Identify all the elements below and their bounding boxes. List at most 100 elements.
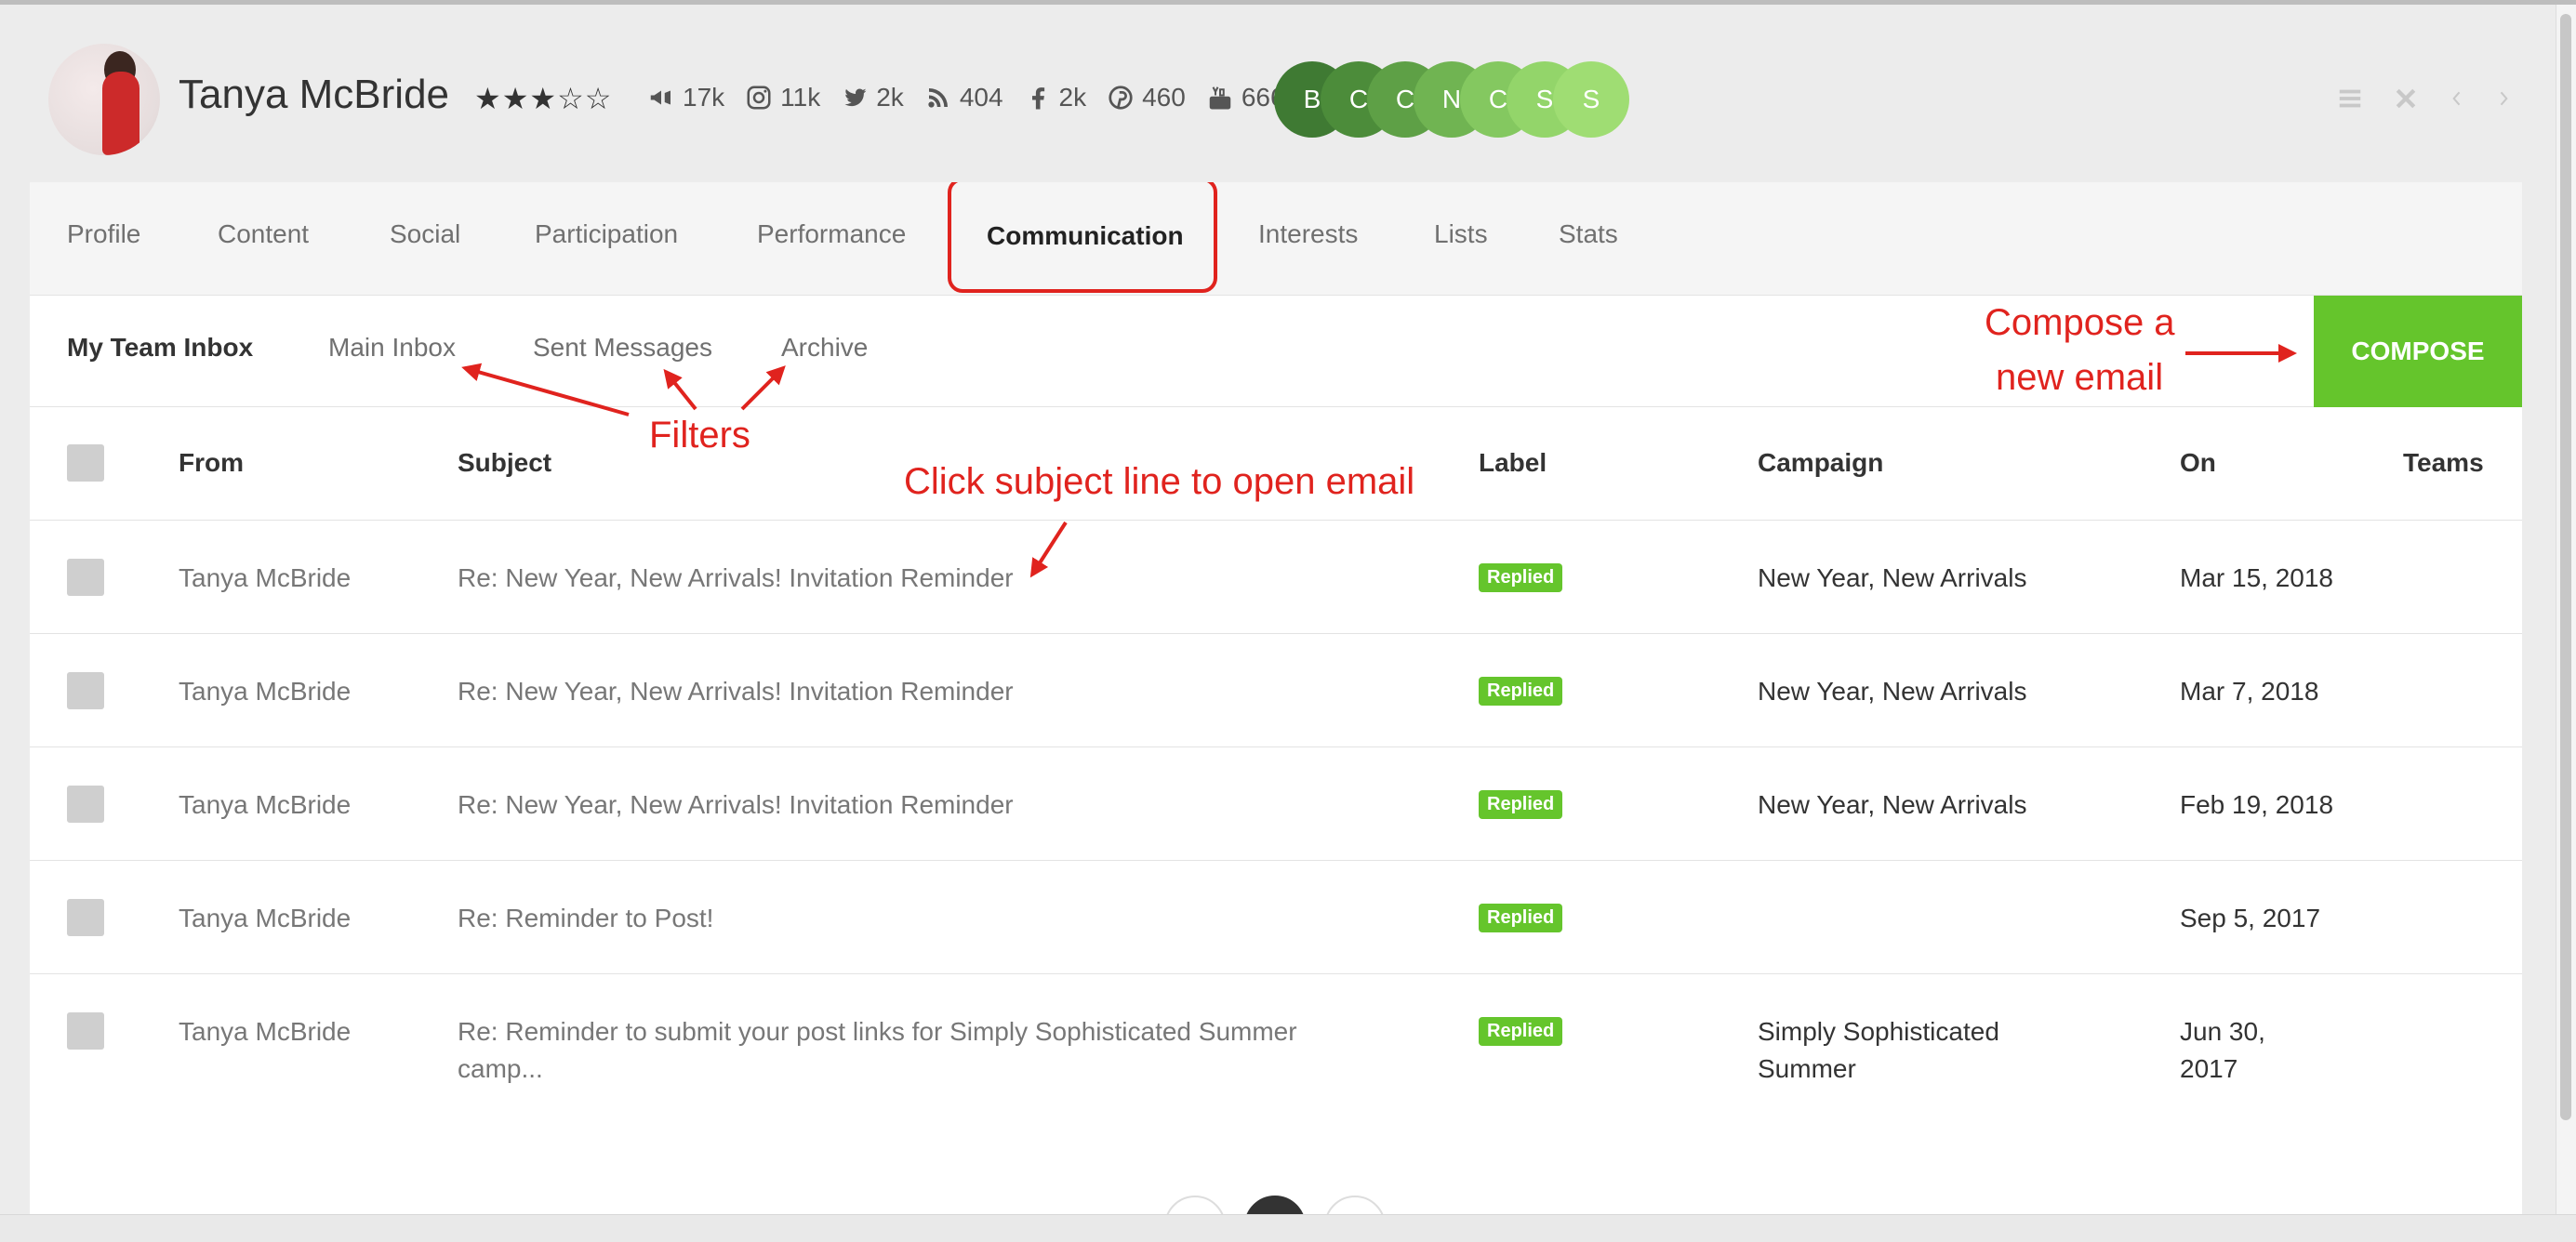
twitter-icon xyxy=(844,88,867,107)
megaphone-count: 17k xyxy=(683,83,725,112)
instagram-count: 11k xyxy=(780,83,821,112)
social-stat-twitter: 2k xyxy=(841,83,904,112)
instagram-icon xyxy=(747,86,771,110)
tab-participation[interactable]: Participation xyxy=(535,219,678,249)
social-stat-facebook: 2k xyxy=(1024,83,1087,112)
status-badge: Replied xyxy=(1479,677,1563,706)
status-badge: Replied xyxy=(1479,1017,1563,1046)
scrollbar-thumb[interactable] xyxy=(2560,14,2571,1120)
table-row[interactable]: Tanya McBride Re: New Year, New Arrivals… xyxy=(30,521,2522,634)
row-subject-link[interactable]: Re: New Year, New Arrivals! Invitation R… xyxy=(458,786,1014,824)
annotation-filters: Filters xyxy=(649,415,750,456)
program-badges: B C C N C S S xyxy=(1274,61,1629,138)
filter-main-inbox[interactable]: Main Inbox xyxy=(328,333,456,363)
row-subject-line: camp... xyxy=(458,1054,543,1083)
row-subject-link[interactable]: Re: Reminder to submit your post links f… xyxy=(458,1013,1297,1088)
tab-profile[interactable]: Profile xyxy=(67,219,140,249)
page-prev-button[interactable] xyxy=(1164,1196,1226,1214)
social-stat-pinterest: 460 xyxy=(1107,83,1186,112)
filter-sent-messages[interactable]: Sent Messages xyxy=(533,333,712,363)
pagination xyxy=(30,1196,2522,1214)
column-label[interactable]: Label xyxy=(1479,448,1547,478)
row-checkbox[interactable] xyxy=(67,786,104,823)
row-from: Tanya McBride xyxy=(179,1017,352,1046)
table-row[interactable]: Tanya McBride Re: New Year, New Arrivals… xyxy=(30,747,2522,861)
twitter-count: 2k xyxy=(876,83,904,112)
row-date: Feb 19, 2018 xyxy=(2180,790,2334,819)
star-rating: ★★★☆☆ xyxy=(474,82,613,115)
column-campaign[interactable]: Campaign xyxy=(1758,448,1883,478)
column-subject[interactable]: Subject xyxy=(458,448,551,478)
inbox-title: My Team Inbox xyxy=(67,333,254,362)
vertical-scrollbar[interactable] xyxy=(2556,5,2576,1219)
annotation-compose-line2: new email xyxy=(1996,357,2164,398)
row-from: Tanya McBride xyxy=(179,790,352,819)
row-date: Mar 7, 2018 xyxy=(2180,677,2319,706)
megaphone-icon xyxy=(650,90,671,105)
row-campaign: New Year, New Arrivals xyxy=(1758,790,2027,819)
menu-icon[interactable] xyxy=(2336,85,2364,112)
page-current-button[interactable] xyxy=(1244,1196,1306,1214)
column-from[interactable]: From xyxy=(179,448,244,478)
chevron-left-icon[interactable] xyxy=(2448,85,2466,112)
column-teams[interactable]: Teams xyxy=(2403,448,2484,478)
rss-count: 404 xyxy=(959,83,1003,112)
row-date: Mar 15, 2018 xyxy=(2180,563,2333,592)
annotation-compose-line1: Compose a xyxy=(1985,302,2175,343)
page-next-button[interactable] xyxy=(1324,1196,1386,1214)
annotation-highlight-box xyxy=(948,182,1217,293)
row-from: Tanya McBride xyxy=(179,904,352,932)
rss-icon xyxy=(928,88,948,108)
window-controls xyxy=(2336,85,2513,112)
row-subject-link[interactable]: Re: Reminder to Post! xyxy=(458,900,713,937)
filter-archive[interactable]: Archive xyxy=(781,333,868,363)
row-from: Tanya McBride xyxy=(179,563,352,592)
row-from: Tanya McBride xyxy=(179,677,352,706)
row-campaign-line: Simply Sophisticated xyxy=(1758,1017,1999,1046)
row-subject-link[interactable]: Re: New Year, New Arrivals! Invitation R… xyxy=(458,560,1014,597)
profile-tabs: Profile Content Social Participation Per… xyxy=(30,182,2522,296)
row-checkbox[interactable] xyxy=(67,559,104,596)
select-all-checkbox[interactable] xyxy=(67,444,104,482)
social-stat-youtube: 666 xyxy=(1206,83,1285,112)
tab-social[interactable]: Social xyxy=(390,219,460,249)
row-subject-link[interactable]: Re: New Year, New Arrivals! Invitation R… xyxy=(458,673,1014,710)
social-stat-rss: 404 xyxy=(924,83,1003,112)
tab-stats[interactable]: Stats xyxy=(1559,219,1618,249)
row-subject-line: Re: Reminder to submit your post links f… xyxy=(458,1017,1297,1046)
compose-button[interactable]: COMPOSE xyxy=(2314,296,2522,407)
row-campaign: New Year, New Arrivals xyxy=(1758,563,2027,592)
tab-performance[interactable]: Performance xyxy=(757,219,906,249)
bottom-bar xyxy=(0,1214,2576,1242)
social-stats: 17k 11k 2k 404 2k 460 666 xyxy=(647,83,1285,112)
row-checkbox[interactable] xyxy=(67,1012,104,1050)
status-badge: Replied xyxy=(1479,790,1563,819)
table-row[interactable]: Tanya McBride Re: Reminder to submit you… xyxy=(30,974,2522,1114)
row-date-line: Jun 30, xyxy=(2180,1017,2265,1046)
row-date: Jun 30, 2017 xyxy=(2180,1013,2265,1088)
profile-name: Tanya McBride xyxy=(179,72,450,117)
profile-header: Tanya McBride ★★★☆☆ 17k 11k 2k 404 2k 46… xyxy=(0,5,2553,181)
annotation-subject-hint: Click subject line to open email xyxy=(904,461,1415,502)
tab-interests[interactable]: Interests xyxy=(1258,219,1358,249)
table-row[interactable]: Tanya McBride Re: New Year, New Arrivals… xyxy=(30,634,2522,747)
close-icon[interactable] xyxy=(2392,85,2420,112)
row-campaign: New Year, New Arrivals xyxy=(1758,677,2027,706)
pinterest-count: 460 xyxy=(1142,83,1186,112)
row-checkbox[interactable] xyxy=(67,672,104,709)
tab-lists[interactable]: Lists xyxy=(1434,219,1488,249)
chevron-right-icon[interactable] xyxy=(2494,85,2513,112)
status-badge: Replied xyxy=(1479,904,1563,932)
badge-circle[interactable]: S xyxy=(1553,61,1629,138)
facebook-icon xyxy=(1031,87,1044,110)
social-stat-megaphone: 17k xyxy=(647,83,724,112)
table-row[interactable]: Tanya McBride Re: Reminder to Post! Repl… xyxy=(30,861,2522,974)
row-campaign: Simply Sophisticated Summer xyxy=(1758,1013,1999,1088)
column-on[interactable]: On xyxy=(2180,448,2216,478)
youtube-icon xyxy=(1209,86,1231,110)
row-campaign-line: Summer xyxy=(1758,1054,1856,1083)
pinterest-icon xyxy=(1109,86,1133,110)
facebook-count: 2k xyxy=(1058,83,1087,112)
tab-content[interactable]: Content xyxy=(218,219,309,249)
row-checkbox[interactable] xyxy=(67,899,104,936)
